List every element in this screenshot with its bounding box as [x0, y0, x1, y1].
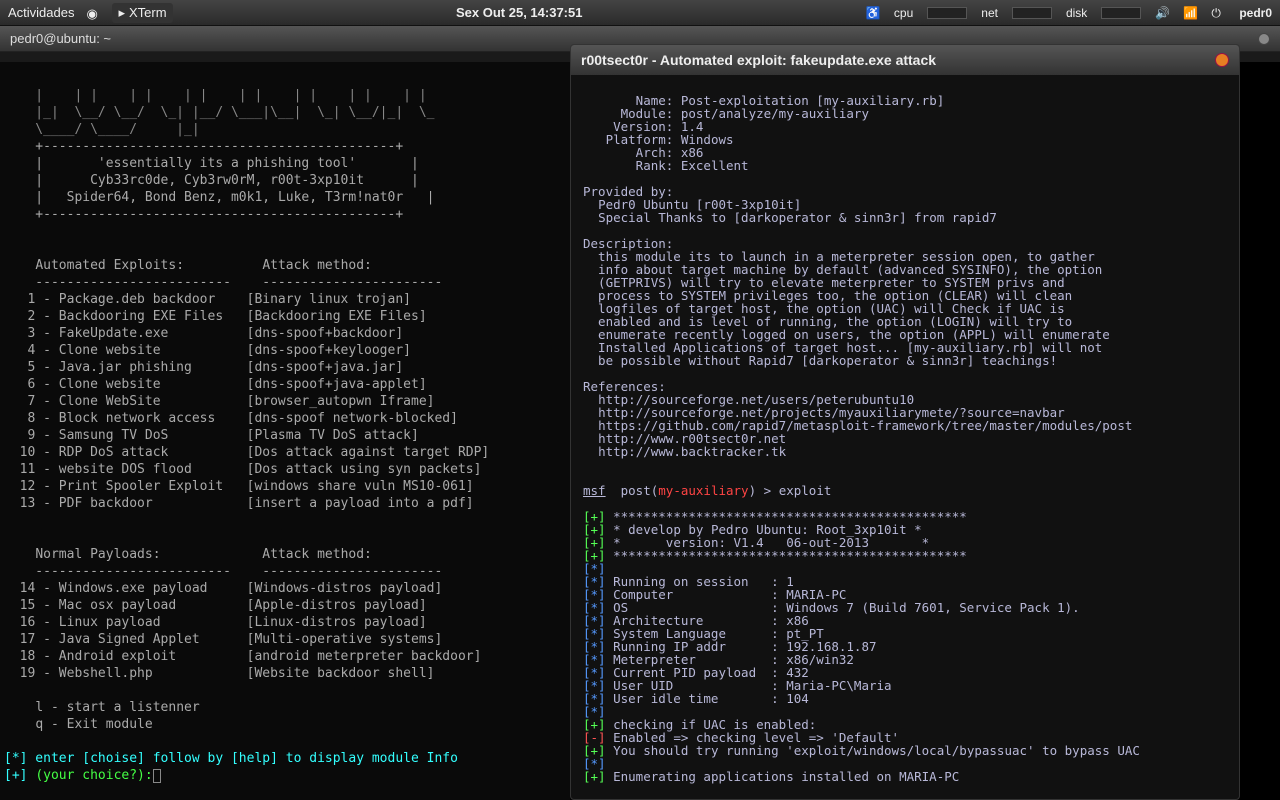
start-listener: l - start a listenner	[35, 700, 199, 715]
right-window-titlebar[interactable]: r00tsect0r - Automated exploit: fakeupda…	[571, 45, 1239, 75]
top-panel: Actividades ◉ ▸ XTerm Sex Out 25, 14:37:…	[0, 0, 1280, 26]
choice-prompt[interactable]: (your choice?):	[35, 768, 152, 783]
xterm-label: XTerm	[129, 5, 167, 20]
exit-module: q - Exit module	[35, 717, 152, 732]
window-close-icon[interactable]	[1215, 53, 1229, 67]
mod-module: post/analyze/my-auxiliary	[681, 106, 869, 121]
cpu-meter	[927, 7, 967, 19]
clock[interactable]: Sex Out 25, 14:37:51	[173, 5, 866, 20]
volume-icon[interactable]: 🔊	[1155, 6, 1169, 20]
ref-4: http://www.backtracker.tk	[598, 444, 786, 459]
credits-2: Spider64, Bond Benz, m0k1, Luke, T3rm!na…	[67, 190, 404, 205]
right-terminal: Name: Post-exploitation [my-auxiliary.rb…	[571, 75, 1239, 789]
disk-label: disk	[1066, 6, 1087, 20]
apps-icon[interactable]: ◉	[86, 6, 100, 20]
msf-prompt: msf	[583, 483, 606, 498]
prompt-prefix: [+]	[4, 768, 35, 783]
net-label: net	[981, 6, 998, 20]
net-meter	[1012, 7, 1052, 19]
cursor	[153, 769, 161, 783]
msf-end: ) >	[749, 483, 779, 498]
attack-method-header: Attack method:	[262, 258, 372, 273]
cpu-label: cpu	[894, 6, 913, 20]
user-menu[interactable]: pedr0	[1239, 6, 1272, 20]
normal-payloads-header: Normal Payloads:	[35, 547, 160, 562]
xterm-icon: ▸	[118, 5, 125, 21]
provided-1: Special Thanks to [darkoperator & sinn3r…	[598, 210, 997, 225]
auto-exploits-header: Automated Exploits:	[35, 258, 184, 273]
attack-method-header-2: Attack method:	[262, 547, 372, 562]
wifi-icon[interactable]: 📶	[1183, 6, 1197, 20]
right-window: r00tsect0r - Automated exploit: fakeupda…	[570, 44, 1240, 800]
disk-meter	[1101, 7, 1141, 19]
tagline: 'essentially its a phishing tool'	[98, 156, 356, 171]
mod-rank: Excellent	[681, 158, 749, 173]
stars-2: ****************************************…	[613, 548, 967, 563]
activities-button[interactable]: Actividades	[8, 5, 74, 20]
xterm-tab[interactable]: ▸ XTerm	[112, 3, 172, 23]
right-window-title: r00tsect0r - Automated exploit: fakeupda…	[581, 52, 936, 68]
description-text: this module its to launch in a meterpret…	[583, 249, 1110, 368]
terminal-title: pedr0@ubuntu: ~	[10, 31, 111, 46]
enum-apps: Enumerating applications installed on MA…	[613, 769, 959, 784]
help-hint: [*] enter [choise] follow by [help] to d…	[4, 751, 458, 766]
msf-post: post(	[606, 483, 659, 498]
msf-aux: my-auxiliary	[658, 483, 748, 498]
credits-1: Cyb33rc0de, Cyb3rw0rM, r00t-3xp10it	[90, 173, 364, 188]
power-icon[interactable]: ⏻	[1211, 6, 1225, 20]
left-terminal: | | | | | | | | | | | | | | | |_| \__/ \…	[0, 62, 570, 800]
close-icon[interactable]	[1258, 33, 1270, 45]
accessibility-icon[interactable]: ♿	[866, 6, 880, 20]
uac-hint: You should try running 'exploit/windows/…	[613, 743, 1140, 758]
msf-cmd[interactable]: exploit	[779, 483, 832, 498]
